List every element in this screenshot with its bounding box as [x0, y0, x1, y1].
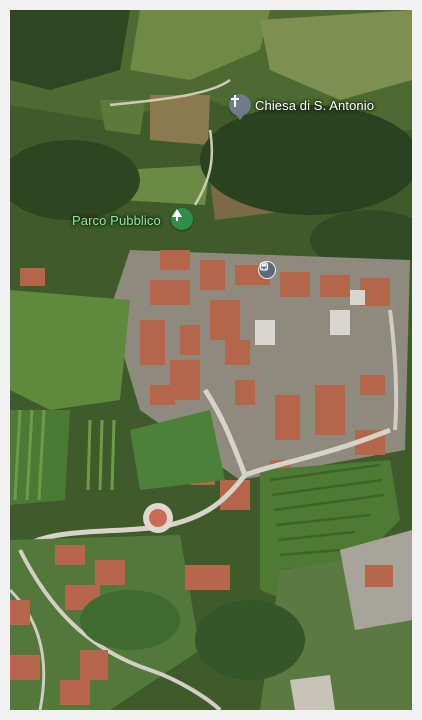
church-cross-icon: [231, 95, 239, 107]
church-label[interactable]: Chiesa di S. Antonio: [255, 98, 374, 113]
bus-stop-pin[interactable]: [258, 261, 276, 279]
park-pin[interactable]: [171, 208, 193, 230]
tree-icon: [172, 209, 182, 221]
satellite-map[interactable]: Chiesa di S. Antonio Parco Pubblico: [10, 10, 412, 710]
church-pin[interactable]: [229, 94, 251, 120]
bus-stop-icon: [259, 262, 269, 271]
park-label[interactable]: Parco Pubblico: [72, 213, 161, 228]
map-frame: Chiesa di S. Antonio Parco Pubblico: [0, 0, 422, 720]
satellite-imagery: [10, 10, 412, 710]
